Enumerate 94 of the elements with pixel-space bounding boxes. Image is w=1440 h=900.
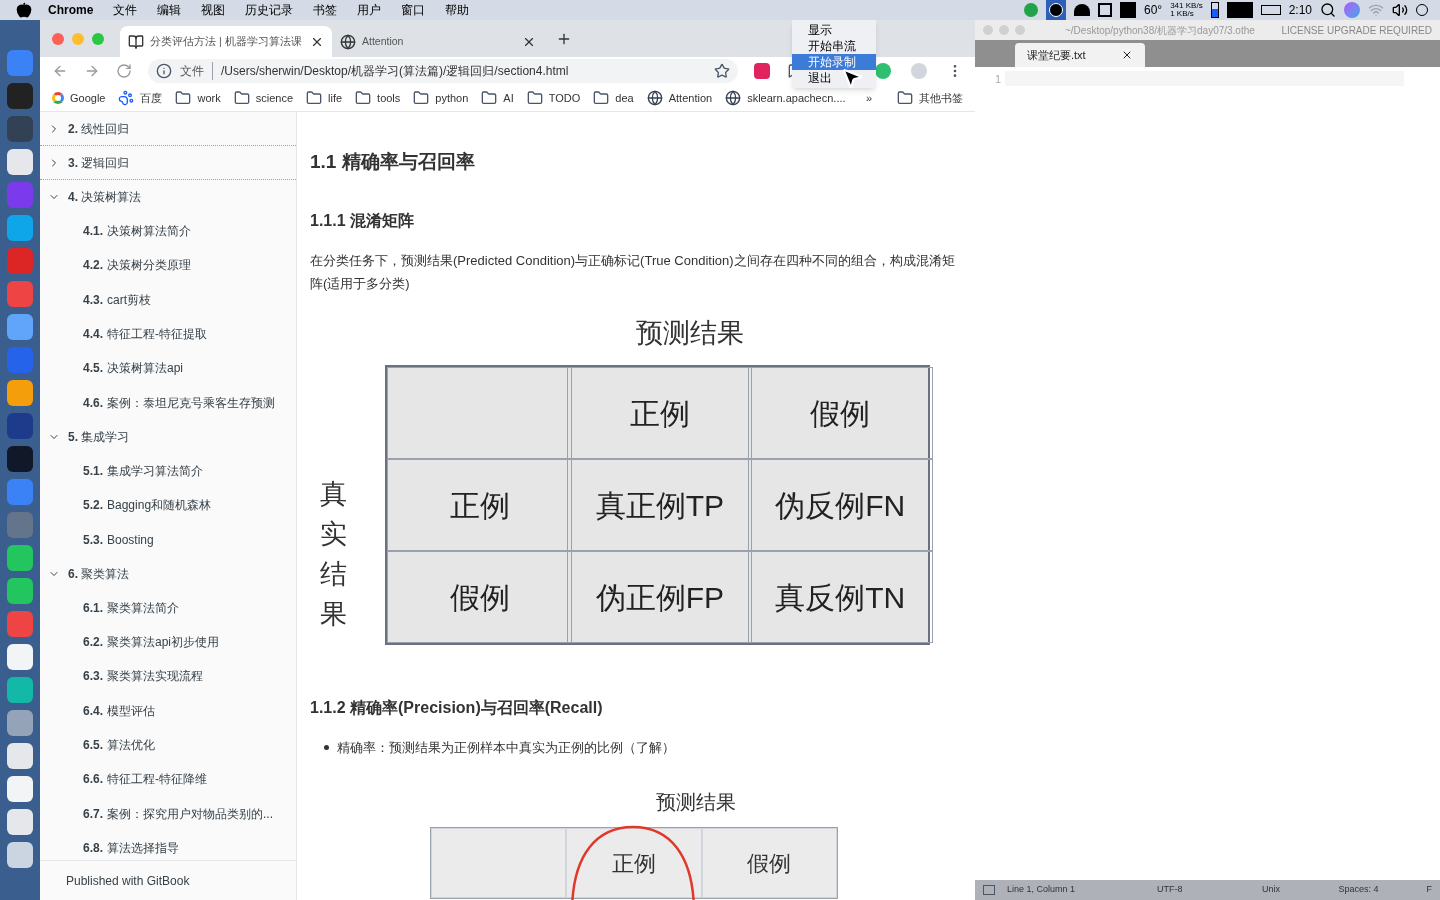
bullet-text: 精确率：预测结果为正例样本中真实为正例的比例（了解） <box>337 738 675 757</box>
menu-item[interactable]: 文件 <box>113 1 138 19</box>
bookmarks-overflow[interactable]: » <box>865 89 872 107</box>
tab-title: 课堂纪要.txt <box>1027 47 1086 63</box>
sidebar-subitem[interactable]: 6.5. 算法优化 <box>40 727 296 763</box>
predicted-label: 预测结果 <box>635 316 745 350</box>
sidebar-subitem[interactable]: 6.8. 算法选择指导 <box>40 830 296 860</box>
sidebar-subitem[interactable]: 4.1. 决策树算法简介 <box>40 214 296 249</box>
download-speed: 1 KB/s <box>1170 10 1195 18</box>
bookmark-link[interactable]: python <box>413 89 469 107</box>
table-header-cell: 假例 <box>747 367 933 459</box>
sidebar-subitem[interactable]: 6.1. 聚类算法简介 <box>40 590 296 625</box>
url-text: /Users/sherwin/Desktop/机器学习(算法篇)/逻辑回归/section4.html <box>221 63 569 80</box>
bookmark-link[interactable]: Google <box>52 89 106 107</box>
status-menu-item[interactable]: 显示 <box>792 22 876 38</box>
sidebar-item[interactable]: 5. 集成学习 <box>40 419 296 454</box>
menu-item[interactable]: 历史记录 <box>245 1 294 19</box>
table-cell: 真反例TN <box>747 551 933 643</box>
status-menu-item[interactable]: 退出 <box>792 70 876 86</box>
sidebar-subitem[interactable]: 4.2. 决策树分类原理 <box>40 248 296 283</box>
status-text: Unix <box>1262 883 1281 897</box>
scheme-label: 文件 <box>180 62 213 80</box>
bookmark-link[interactable]: tools <box>355 89 401 107</box>
tab-title: Attention <box>362 33 405 49</box>
section-heading: 1.1.2 精确率(Precision)与召回率(Recall) <box>310 697 604 718</box>
bookmark-link[interactable]: AI <box>481 89 514 107</box>
sidebar-item-label: 3. 逻辑回归 <box>68 154 130 172</box>
table-cell: 真正例TP <box>567 459 753 551</box>
menu-item[interactable]: 用户 <box>357 1 382 19</box>
address-bar[interactable]: 文件 /Users/sherwin/Desktop/机器学习(算法篇)/逻辑回归/section4.html <box>148 59 738 83</box>
clock-time: 2:10 <box>1288 2 1312 19</box>
bookmark-link[interactable]: sklearn.apachecn.... <box>725 89 846 107</box>
sidebar-subitem[interactable]: 6.3. 聚类算法实现流程 <box>40 659 296 694</box>
sidebar-subitem[interactable]: 6.6. 特征工程-特征降维 <box>40 762 296 797</box>
menu-item[interactable]: 书签 <box>313 1 338 19</box>
row-header-cell: 假例 <box>387 551 572 643</box>
status-text: Spaces: 4 <box>1338 883 1379 897</box>
sidebar-subitem[interactable]: 6.7. 案例：探究用户对物品类别的... <box>40 796 296 831</box>
bookmark-link[interactable]: work <box>175 89 221 107</box>
line-number: 1 <box>993 72 1001 87</box>
editor-tab[interactable]: 课堂纪要.txt <box>1015 43 1145 67</box>
bookmark-link[interactable]: Attention <box>646 89 713 107</box>
predicted-label: 预测结果 <box>655 790 737 815</box>
sidebar-subitem[interactable]: 6.4. 模型评估 <box>40 693 296 728</box>
section-heading: 1.1.1 混淆矩阵 <box>310 210 416 231</box>
temperature-reading: 60° <box>1144 2 1163 19</box>
sidebar-subitem[interactable]: 4.5. 决策树算法api <box>40 351 296 386</box>
menu-item[interactable]: 编辑 <box>157 1 182 19</box>
actual-label: 真实结果 <box>320 478 347 631</box>
bookmark-link[interactable]: life <box>306 89 343 107</box>
menu-item[interactable]: 帮助 <box>445 1 470 19</box>
table-header-cell: 正例 <box>567 367 753 459</box>
bookmark-link[interactable]: 百度 <box>118 89 163 107</box>
license-notice: LICENSE UPGRADE REQUIRED <box>1281 23 1432 38</box>
article-heading: 1.1 精确率与召回率 <box>310 150 476 174</box>
bookmark-link[interactable]: 其他书签 <box>897 89 963 107</box>
bookmark-link[interactable]: science <box>233 89 293 107</box>
sidebar-subitem[interactable]: 4.4. 特征工程-特征提取 <box>40 316 296 352</box>
status-text: F <box>1426 883 1432 897</box>
sidebar-subitem[interactable]: 4.6. 案例：泰坦尼克号乘客生存预测 <box>40 385 296 420</box>
editor-title: ~/Desktop/python38/机器学习day07/3.othe <box>1065 23 1255 38</box>
sidebar-item[interactable]: 4. 决策树算法 <box>40 180 296 214</box>
sidebar-item-label: 2. 线性回归 <box>68 120 130 138</box>
sidebar-item-label: 4. 决策树算法 <box>68 189 142 206</box>
sidebar-item-label: 6. 聚类算法 <box>68 565 130 583</box>
bookmark-link[interactable]: dea <box>593 89 634 107</box>
gitbook-footer-link[interactable]: Published with GitBook <box>66 871 190 890</box>
status-text: UTF-8 <box>1157 883 1184 897</box>
sidebar-subitem[interactable]: 5.2. Bagging和随机森林 <box>40 488 296 523</box>
browser-tab[interactable]: 分类评估方法 | 机器学习算法课 <box>120 26 332 57</box>
menu-item[interactable]: 视图 <box>201 1 226 19</box>
app-menu[interactable]: Chrome <box>48 1 94 19</box>
sidebar-item[interactable]: 3. 逻辑回归 <box>40 146 296 180</box>
table-header-cell: 假例 <box>701 828 837 898</box>
sidebar-subitem[interactable]: 6.2. 聚类算法api初步使用 <box>40 624 296 660</box>
status-menu-item[interactable]: 开始录制 <box>792 54 876 70</box>
table-cell: 伪正例FP <box>567 551 753 643</box>
sidebar-subitem[interactable]: 5.3. Boosting <box>40 522 296 557</box>
status-menu-item[interactable]: 开始串流 <box>792 38 876 54</box>
browser-tab[interactable]: Attention <box>332 26 544 57</box>
tab-title: 分类评估方法 | 机器学习算法课 <box>150 33 303 49</box>
row-header-cell: 正例 <box>387 459 572 551</box>
menu-item[interactable]: 窗口 <box>401 1 426 19</box>
status-text: Line 1, Column 1 <box>1007 883 1077 897</box>
upload-speed: 341 KB/s <box>1170 2 1203 10</box>
bookmark-link[interactable]: TODO <box>526 89 581 107</box>
paragraph: 在分类任务下，预测结果(Predicted Condition)与正确标记(True Condition)之间存在四种不同的组合，构成混淆矩阵(适用于多分类) <box>310 251 956 293</box>
sidebar-item-label: 5. 集成学习 <box>68 428 130 446</box>
sidebar-subitem[interactable]: 4.3. cart剪枝 <box>40 282 296 317</box>
sidebar-item[interactable]: 6. 聚类算法 <box>40 556 296 591</box>
sidebar-item[interactable]: 2. 线性回归 <box>40 112 296 146</box>
table-header-cell: 正例 <box>566 828 702 898</box>
sidebar-subitem[interactable]: 5.1. 集成学习算法简介 <box>40 453 296 489</box>
table-cell: 伪反例FN <box>747 459 933 551</box>
